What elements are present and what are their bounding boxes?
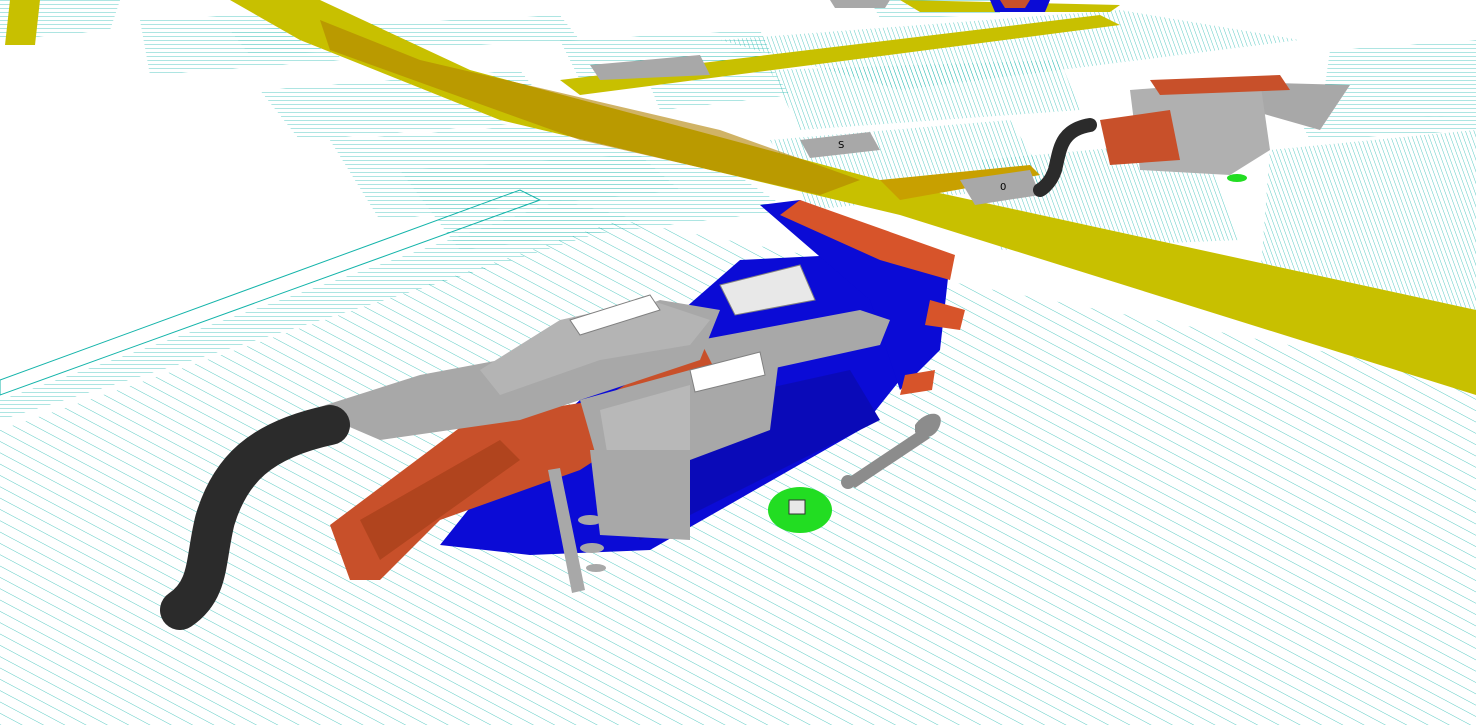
status-disc-label: [788, 499, 806, 515]
support-post-foot-b: [580, 543, 604, 553]
support-post-foot-c: [586, 564, 606, 572]
status-disc[interactable]: [768, 487, 832, 533]
floor-marker-a-label: 0: [1000, 182, 1006, 193]
background-machine-chute: [1100, 110, 1180, 165]
floor-marker-b-label: S: [838, 140, 844, 151]
background-status-disc: [1227, 174, 1247, 182]
support-post-foot-a: [578, 515, 602, 525]
3d-viewport[interactable]: 0 S: [0, 0, 1476, 725]
lower-housing: [590, 450, 690, 540]
factory-floor-scene[interactable]: 0 S: [0, 0, 1476, 725]
